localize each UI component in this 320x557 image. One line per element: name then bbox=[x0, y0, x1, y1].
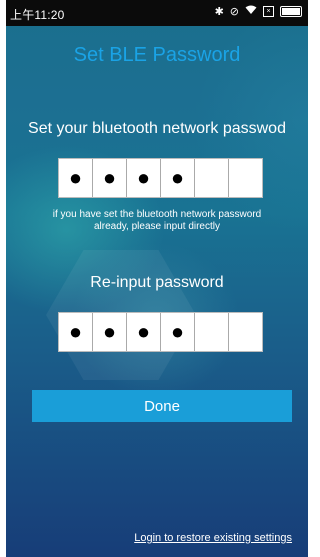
battery-icon bbox=[280, 6, 302, 17]
password-cell[interactable]: ● bbox=[127, 159, 161, 197]
login-restore-link[interactable]: Login to restore existing settings bbox=[134, 532, 292, 544]
right-margin bbox=[308, 0, 314, 557]
reinput-heading: Re-input password bbox=[90, 274, 224, 291]
no-signal-icon: ⊘ bbox=[229, 6, 239, 18]
done-button[interactable]: Done bbox=[32, 390, 292, 422]
app-screen: 上午11:20 ✱ ⊘ × Set BLE Password Set your … bbox=[6, 0, 308, 557]
reinput-cell[interactable] bbox=[229, 313, 262, 351]
reinput-cell[interactable]: ● bbox=[59, 313, 93, 351]
bluetooth-icon: ✱ bbox=[214, 6, 224, 18]
password-cell[interactable]: ● bbox=[161, 159, 195, 197]
reinput-password-input[interactable]: ● ● ● ● bbox=[58, 312, 263, 352]
reinput-cell[interactable]: ● bbox=[127, 313, 161, 351]
password-cell[interactable]: ● bbox=[93, 159, 127, 197]
status-bar: 上午11:20 ✱ ⊘ × bbox=[6, 0, 308, 26]
sim-icon: × bbox=[263, 6, 274, 17]
hint-line-1: if you have set the bluetooth network pa… bbox=[52, 209, 262, 220]
password-heading: Set your bluetooth network passwod bbox=[28, 120, 286, 137]
status-icons: ✱ ⊘ × bbox=[215, 5, 302, 18]
status-time: 上午11:20 bbox=[10, 8, 65, 22]
password-cell[interactable]: ● bbox=[59, 159, 93, 197]
password-cell[interactable] bbox=[229, 159, 262, 197]
hint-line-2: already, please input directly bbox=[94, 221, 220, 232]
reinput-cell[interactable]: ● bbox=[93, 313, 127, 351]
reinput-cell[interactable] bbox=[195, 313, 229, 351]
password-cell[interactable] bbox=[195, 159, 229, 197]
wifi-icon bbox=[245, 5, 257, 18]
page-title: Set BLE Password bbox=[73, 44, 241, 66]
password-hint: if you have set the bluetooth network pa… bbox=[16, 209, 298, 233]
reinput-cell[interactable]: ● bbox=[161, 313, 195, 351]
password-input[interactable]: ● ● ● ● bbox=[58, 158, 263, 198]
